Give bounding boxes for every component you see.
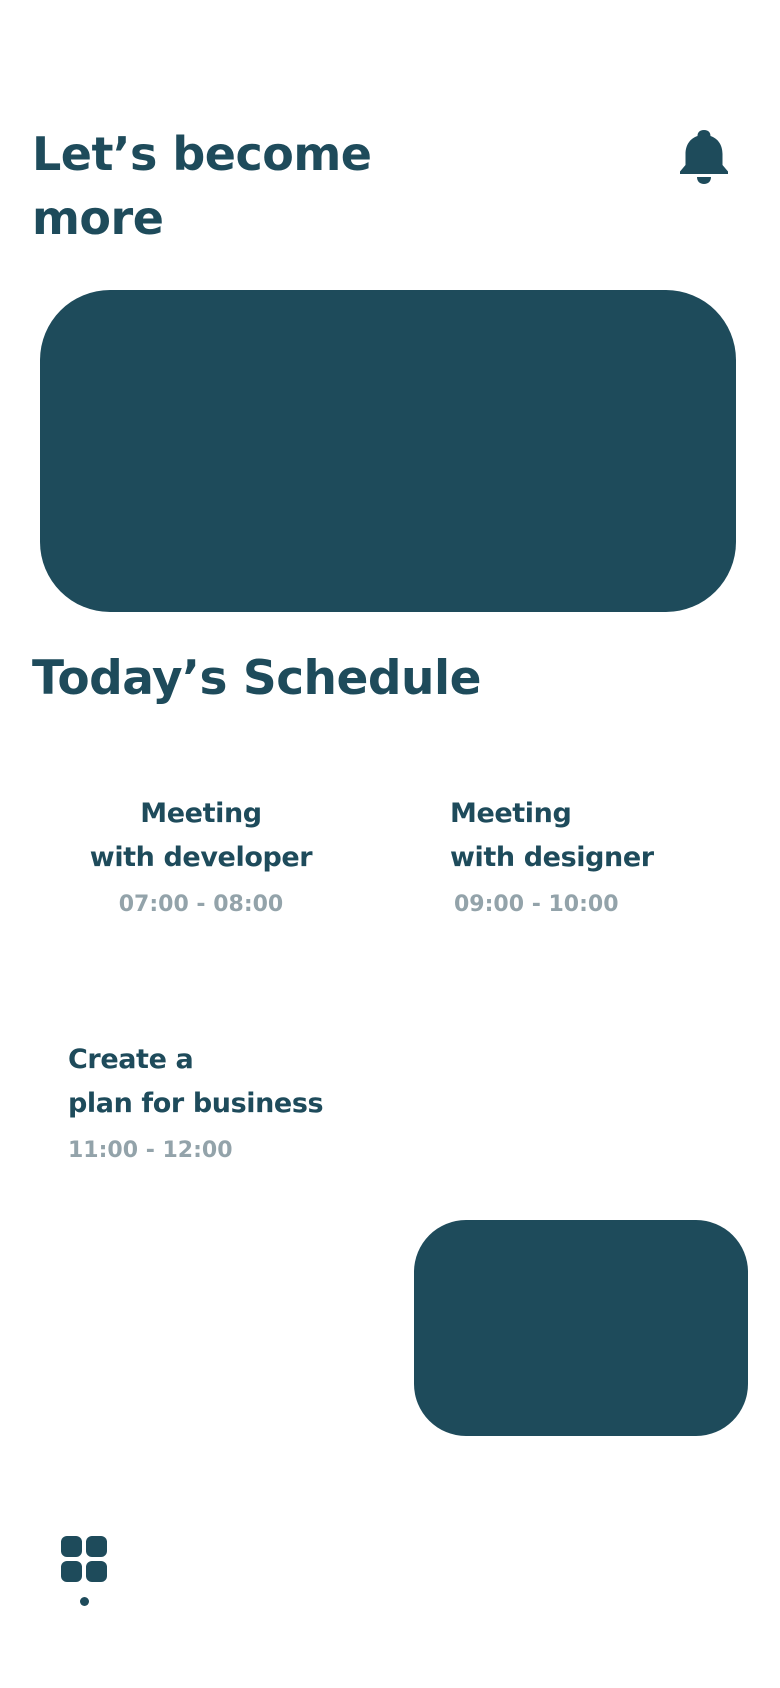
active-indicator-dot — [80, 1597, 89, 1606]
promo-card[interactable] — [414, 1220, 748, 1436]
schedule-item-meeting-designer[interactable]: Meeting with designer 09:00 - 10:00 — [450, 792, 670, 920]
schedule-item-time: 07:00 - 08:00 — [118, 892, 284, 917]
schedule-item-title-line-1: Meeting — [140, 798, 262, 829]
grid-icon — [61, 1536, 107, 1582]
schedule-item-title-line-2: with designer — [450, 842, 654, 873]
schedule-item-title-line-2: plan for business — [68, 1088, 324, 1119]
page-title-line-1: Let’s become — [32, 127, 372, 181]
schedule-item-time: 11:00 - 12:00 — [68, 1138, 233, 1163]
schedule-item-title-line-2: with developer — [89, 842, 313, 873]
page-title-line-2: more — [32, 191, 164, 245]
bell-icon-graphic — [680, 130, 728, 184]
featured-banner[interactable] — [40, 290, 736, 612]
schedule-title: Today’s Schedule — [32, 651, 482, 706]
schedule-item-title-line-1: Create a — [68, 1044, 194, 1075]
schedule-item-business-plan[interactable]: Create a plan for business 11:00 - 12:00 — [68, 1038, 338, 1166]
nav-item-home[interactable] — [58, 1536, 110, 1608]
schedule-item-title: Meeting with designer — [450, 792, 670, 880]
schedule-item-meeting-developer[interactable]: Meeting with developer 07:00 - 08:00 — [86, 792, 316, 920]
bell-icon[interactable] — [676, 128, 732, 186]
schedule-item-title: Meeting with developer — [86, 792, 316, 880]
schedule-item-title-line-1: Meeting — [450, 798, 572, 829]
schedule-item-time: 09:00 - 10:00 — [454, 892, 619, 917]
schedule-item-title: Create a plan for business — [68, 1038, 338, 1126]
page-title: Let’s become more — [32, 122, 452, 250]
